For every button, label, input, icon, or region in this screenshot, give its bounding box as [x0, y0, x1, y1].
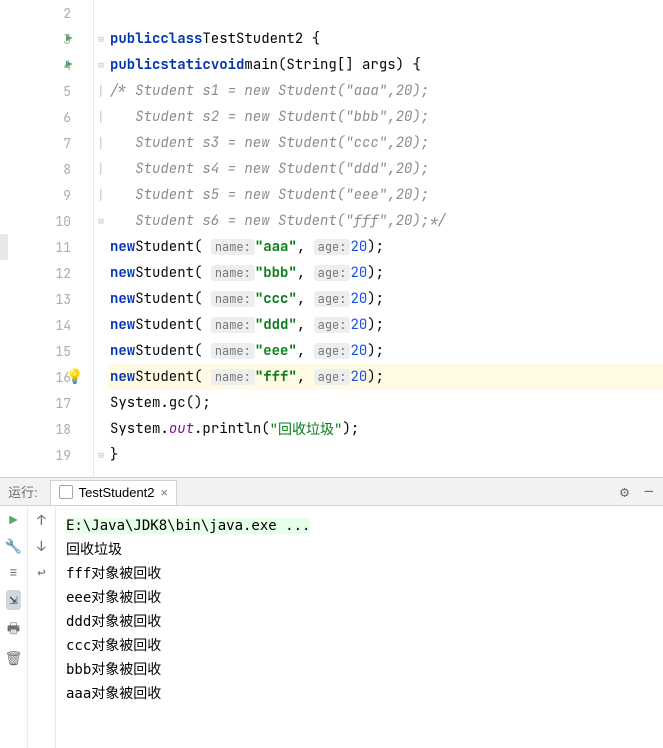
parameter-hint: name:	[211, 343, 255, 359]
line-number: 11	[55, 239, 71, 256]
run-tab-label: TestStudent2	[79, 485, 155, 500]
minimize-icon[interactable]: —	[645, 483, 653, 501]
console-line: 回收垃圾	[66, 538, 653, 562]
code-line: new Student( name: "bbb", age: 20);	[108, 260, 663, 286]
code-line: new Student( name: "ddd", age: 20);	[108, 312, 663, 338]
application-icon	[59, 485, 73, 499]
console-line: bbb对象被回收	[66, 658, 653, 682]
code-line: new Student( name: "eee", age: 20);	[108, 338, 663, 364]
fold-column: ⊟ ⊟ │││ ││ ⊟ ⊟	[94, 0, 108, 477]
code-line: new Student( name: "fff", age: 20);	[108, 364, 663, 390]
intention-bulb-icon[interactable]: 💡	[66, 368, 83, 386]
console-line: eee对象被回收	[66, 586, 653, 610]
code-line: System.out.println("回收垃圾");	[108, 416, 663, 442]
line-number: 2	[63, 5, 71, 22]
up-icon[interactable]: ↑	[37, 512, 45, 530]
parameter-hint: name:	[211, 317, 255, 333]
code-line: Student s3 = new Student("ccc",20);	[108, 130, 663, 156]
code-line: public class TestStudent2 {	[108, 26, 663, 52]
line-number: 5	[63, 83, 71, 100]
change-stripe	[0, 0, 8, 477]
line-number: 13	[55, 291, 71, 308]
code-line: Student s6 = new Student("fff",20);*/	[108, 208, 663, 234]
fold-toggle-icon[interactable]: ⊟	[94, 52, 108, 78]
line-number: 7	[63, 135, 71, 152]
parameter-hint: age:	[314, 265, 351, 281]
code-line: }	[108, 442, 663, 468]
console-output[interactable]: E:\Java\JDK8\bin\java.exe ... 回收垃圾 fff对象…	[56, 506, 663, 748]
code-editor[interactable]: public class TestStudent2 { public stati…	[108, 0, 663, 477]
line-number: 12	[55, 265, 71, 282]
line-number: 8	[63, 161, 71, 178]
code-line: Student s5 = new Student("eee",20);	[108, 182, 663, 208]
line-number: 17	[55, 395, 71, 412]
print-icon[interactable]: 🖶	[7, 618, 20, 642]
code-line: /* Student s1 = new Student("aaa",20);	[108, 78, 663, 104]
code-line	[108, 0, 663, 26]
code-line: Student s2 = new Student("bbb",20);	[108, 104, 663, 130]
parameter-hint: age:	[314, 317, 351, 333]
parameter-hint: age:	[314, 343, 351, 359]
line-number: 6	[63, 109, 71, 126]
parameter-hint: name:	[211, 369, 255, 385]
run-panel-title: 运行:	[0, 482, 46, 501]
parameter-hint: age:	[314, 369, 351, 385]
code-line: Student s4 = new Student("ddd",20);	[108, 156, 663, 182]
console-command-line: E:\Java\JDK8\bin\java.exe ...	[66, 514, 653, 538]
line-number: 10	[55, 213, 71, 230]
parameter-hint: age:	[314, 291, 351, 307]
run-toolbar-left: ▶ 🔧 ≡ ⇲ 🖶 🗑	[0, 506, 28, 748]
gear-icon[interactable]: ⚙	[620, 482, 629, 502]
wrench-icon[interactable]: 🔧	[5, 538, 22, 556]
fold-toggle-icon[interactable]: ⊟	[94, 26, 108, 52]
trash-icon[interactable]: 🗑	[5, 650, 23, 668]
editor-area: 2 3▶ 4▶ 5 6 7 8 9 10 11 12 13 14 15 16💡 …	[0, 0, 663, 478]
scroll-to-end-icon[interactable]: ⇲	[6, 590, 20, 610]
fold-end-icon[interactable]: ⊟	[94, 208, 108, 234]
parameter-hint: name:	[211, 265, 255, 281]
collapse-icon[interactable]: ≡	[9, 564, 17, 582]
code-line: new Student( name: "aaa", age: 20);	[108, 234, 663, 260]
console-line: ccc对象被回收	[66, 634, 653, 658]
line-number: 14	[55, 317, 71, 334]
run-tab[interactable]: TestStudent2 ×	[50, 480, 177, 505]
console-line: ddd对象被回收	[66, 610, 653, 634]
rerun-icon[interactable]: ▶	[9, 512, 17, 530]
parameter-hint: age:	[314, 239, 351, 255]
run-toolbar-arrows: ↑ ↓ ↩	[28, 506, 56, 748]
close-icon[interactable]: ×	[161, 485, 169, 500]
fold-end-icon[interactable]: ⊟	[94, 442, 108, 468]
soft-wrap-icon[interactable]: ↩	[37, 564, 45, 582]
run-gutter-icon[interactable]: ▶	[66, 32, 73, 46]
code-line: public static void main(String[] args) {	[108, 52, 663, 78]
run-gutter-icon[interactable]: ▶	[66, 58, 73, 72]
down-icon[interactable]: ↓	[37, 538, 45, 556]
line-number: 18	[55, 421, 71, 438]
code-line: new Student( name: "ccc", age: 20);	[108, 286, 663, 312]
console-line: fff对象被回收	[66, 562, 653, 586]
run-panel: 运行: TestStudent2 × ⚙ — ▶ 🔧 ≡ ⇲ 🖶 🗑 ↑ ↓ ↩…	[0, 478, 663, 748]
gutter: 2 3▶ 4▶ 5 6 7 8 9 10 11 12 13 14 15 16💡 …	[8, 0, 94, 477]
line-number: 19	[55, 447, 71, 464]
line-number: 15	[55, 343, 71, 360]
console-line: aaa对象被回收	[66, 682, 653, 706]
run-panel-header: 运行: TestStudent2 × ⚙ —	[0, 478, 663, 506]
code-line: System.gc();	[108, 390, 663, 416]
parameter-hint: name:	[211, 291, 255, 307]
parameter-hint: name:	[211, 239, 255, 255]
line-number: 9	[63, 187, 71, 204]
